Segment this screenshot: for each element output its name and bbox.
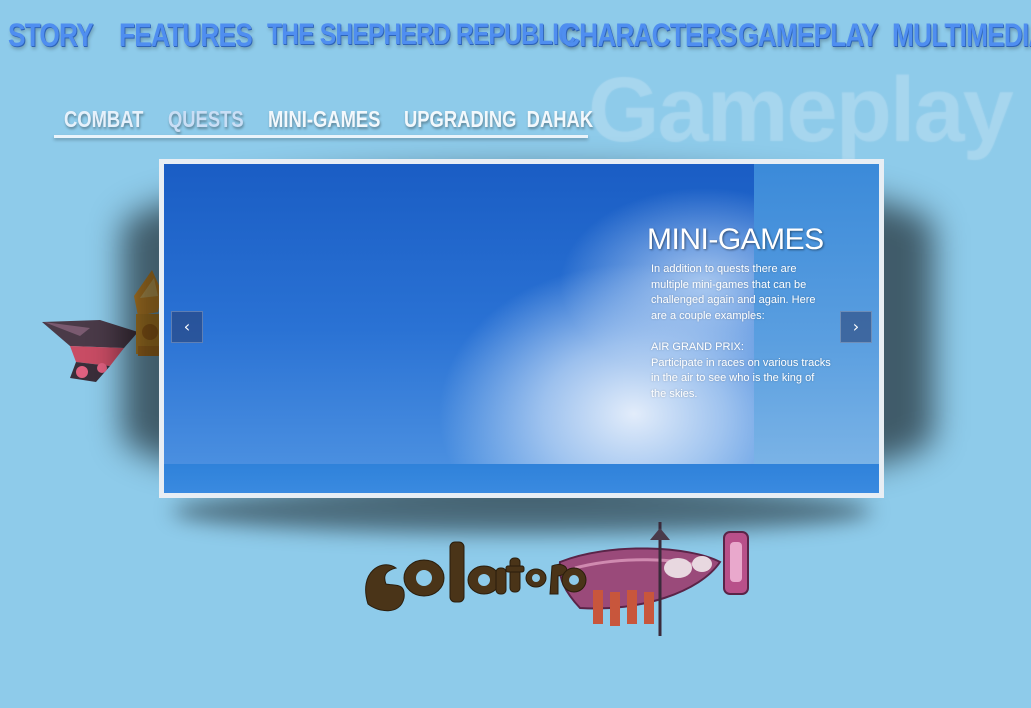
section-watermark: Gameplay	[588, 59, 1014, 161]
slide-caption-bar	[164, 464, 879, 493]
tab-quests[interactable]: QUESTS	[168, 102, 244, 136]
subtabs-divider	[54, 135, 588, 138]
gameplay-subtabs: COMBAT QUESTS MINI-GAMES UPGRADING DAHAK	[54, 102, 593, 140]
chevron-right-icon: ›	[852, 317, 860, 336]
tab-combat[interactable]: COMBAT	[64, 102, 143, 136]
main-nav: STORY FEATURES THE SHEPHERD REPUBLIC CHA…	[0, 12, 1031, 62]
slide-description: In addition to quests there are multiple…	[651, 262, 831, 402]
nav-multimedia[interactable]: MULTIMEDIA	[892, 12, 1031, 58]
solatorobo-logo	[365, 522, 749, 636]
image-slider: MINI-GAMES In addition to quests there a…	[159, 159, 884, 498]
airship-logo-art	[558, 522, 749, 636]
nav-features[interactable]: FEATURES	[119, 12, 253, 58]
chevron-left-icon: ‹	[183, 317, 191, 336]
example-text: Participate in races on various tracks i…	[651, 356, 831, 400]
example-heading: AIR GRAND PRIX:	[651, 340, 744, 353]
nav-story[interactable]: STORY	[8, 12, 94, 58]
logo-lettering	[365, 541, 587, 612]
nav-gameplay[interactable]: GAMEPLAY	[738, 12, 879, 58]
nav-shepherd-republic[interactable]: THE SHEPHERD REPUBLIC	[267, 12, 576, 58]
slide-title: MINI-GAMES	[647, 223, 824, 256]
page: STORY FEATURES THE SHEPHERD REPUBLIC CHA…	[0, 0, 1031, 708]
slider-prev-button[interactable]: ‹	[171, 311, 203, 343]
slide: MINI-GAMES In addition to quests there a…	[164, 164, 879, 493]
nav-characters[interactable]: CHARACTERS	[561, 12, 737, 58]
tab-mini-games[interactable]: MINI-GAMES	[268, 102, 380, 136]
tab-upgrading-dahak[interactable]: UPGRADING DAHAK	[404, 102, 593, 136]
slide-intro-text: In addition to quests there are multiple…	[651, 263, 816, 322]
slider-next-button[interactable]: ›	[840, 311, 872, 343]
